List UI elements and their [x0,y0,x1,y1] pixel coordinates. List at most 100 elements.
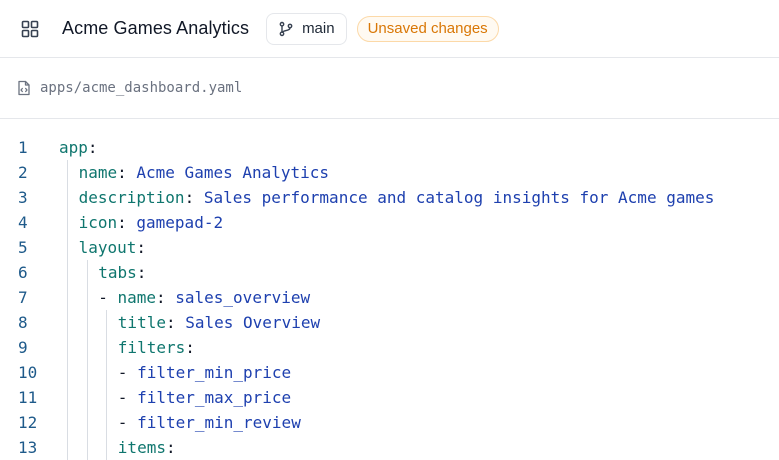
list-dash: - [117,363,138,382]
indent-guide [67,310,68,335]
list-dash: - [98,288,118,307]
line-number: 6 [18,263,28,282]
line-number: 7 [18,288,28,307]
yaml-colon: : [165,438,176,457]
indent-guide [86,385,88,410]
code-line[interactable]: 4 icon: gamepad-2 [0,210,779,235]
code-line[interactable]: 12 - filter_min_review [0,410,779,435]
code-line[interactable]: 3 description: Sales performance and cata… [0,185,779,210]
yaml-key: filters [117,338,186,357]
grid-icon[interactable] [20,19,40,39]
yaml-key: layout [78,238,137,257]
code-content: tabs: [48,260,146,285]
line-number: 12 [18,413,38,432]
line-number: 4 [18,213,28,232]
indent-guide [67,235,68,260]
indent-guide [67,260,68,285]
git-branch-icon [278,21,294,37]
indent-guide [86,285,88,310]
yaml-value: gamepad-2 [136,213,224,232]
line-number: 11 [18,388,38,407]
code-content: title: Sales Overview [48,310,320,335]
code-content: - filter_max_price [48,385,291,410]
indent-guide [67,160,68,185]
code-line[interactable]: 10 - filter_min_price [0,360,779,385]
code-line[interactable]: 7 - name: sales_overview [0,285,779,310]
yaml-key: app [59,138,88,157]
branch-selector-button[interactable]: main [266,12,347,45]
code-content: - filter_min_review [48,410,301,435]
app-header: Acme Games Analytics main Unsaved change… [0,0,779,58]
line-number: 3 [18,188,28,207]
line-number: 9 [18,338,28,357]
indent-guide [67,285,68,310]
indent-guide [86,335,88,360]
yaml-colon: : [136,238,147,257]
indent-guide [86,360,88,385]
yaml-key: items [117,438,166,457]
indent-guide [86,310,88,335]
yaml-value: filter_min_review [137,413,301,432]
code-content: icon: gamepad-2 [48,210,223,235]
code-content: app: [48,135,98,160]
code-line[interactable]: 5 layout: [0,235,779,260]
yaml-key: title [117,313,166,332]
code-line[interactable]: 11 - filter_max_price [0,385,779,410]
indent-guide [67,410,68,435]
indent-guide [67,335,68,360]
yaml-value: Acme Games Analytics [136,163,330,182]
indent-guide [106,385,108,410]
list-dash: - [117,388,138,407]
yaml-colon: : [155,288,176,307]
indent-guide [67,385,68,410]
yaml-value: filter_max_price [137,388,292,407]
indent-guide [106,335,108,360]
line-number: 1 [18,138,28,157]
yaml-key: name [78,163,118,182]
indent-guide [67,360,68,385]
yaml-key: tabs [98,263,137,282]
yaml-key: name [117,288,156,307]
yaml-colon: : [185,338,195,357]
line-number: 13 [18,438,38,457]
indent-guide [67,185,68,210]
code-content: - name: sales_overview [48,285,310,310]
line-number: 5 [18,238,28,257]
indent-guide [67,210,68,235]
code-editor[interactable]: 1 app: 2 name: Acme Games Analytics 3 descrip… [0,119,779,460]
indent-guide [86,435,88,460]
yaml-key: icon [78,213,118,232]
yaml-colon: : [184,188,204,207]
line-number: 8 [18,313,28,332]
yaml-value: filter_min_price [137,363,292,382]
yaml-colon: : [165,313,186,332]
yaml-value: Sales Overview [185,313,321,332]
app-title: Acme Games Analytics [62,18,250,38]
yaml-colon: : [117,213,137,232]
yaml-colon: : [87,138,98,157]
code-content: name: Acme Games Analytics [48,160,329,185]
file-code-icon [16,80,32,96]
code-content: description: Sales performance and catal… [48,185,714,210]
code-line[interactable]: 8 title: Sales Overview [0,310,779,335]
line-number: 10 [18,363,38,382]
indent-guide [106,310,108,335]
indent-guide [106,360,108,385]
branch-name: main [302,20,335,37]
code-content: items: [48,435,176,460]
file-path: apps/acme_dashboard.yaml [40,80,243,96]
list-dash: - [117,413,138,432]
yaml-value: sales_overview [175,288,311,307]
line-number: 2 [18,163,28,182]
code-line[interactable]: 1 app: [0,135,779,160]
yaml-colon: : [117,163,137,182]
code-line[interactable]: 2 name: Acme Games Analytics [0,160,779,185]
code-line[interactable]: 13 items: [0,435,779,460]
code-content: layout: [48,235,146,260]
indent-guide [106,435,108,460]
code-line[interactable]: 6 tabs: [0,260,779,285]
indent-guide [86,410,88,435]
indent-guide [106,410,108,435]
code-line[interactable]: 9 filters: [0,335,779,360]
code-content: filters: [48,335,195,360]
